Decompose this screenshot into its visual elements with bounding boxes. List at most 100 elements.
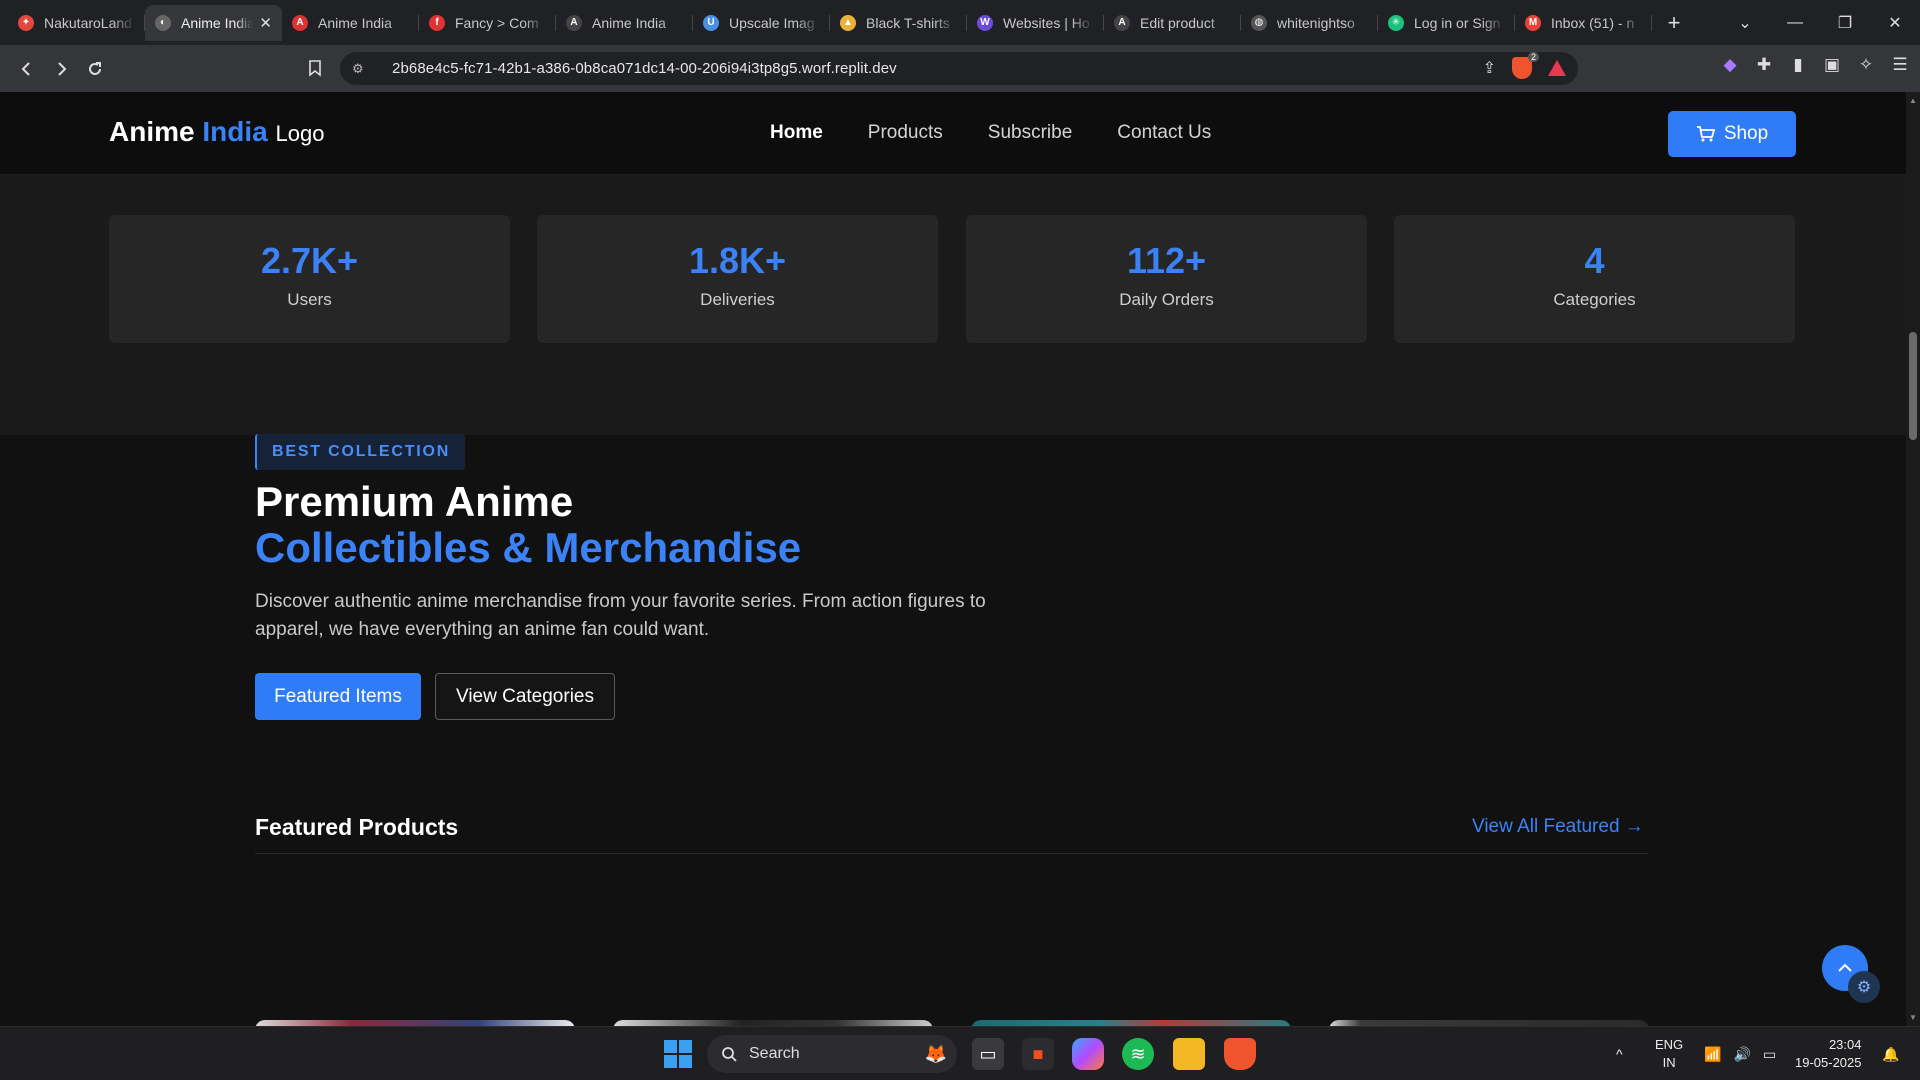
tab-title: Fancy > Com — [455, 14, 539, 31]
share-icon[interactable]: ⇪ — [1483, 58, 1496, 78]
stat-value: 4 — [1584, 240, 1605, 281]
scrollbar-thumb[interactable] — [1909, 332, 1917, 440]
stat-label: Users — [287, 290, 332, 309]
browser-tab[interactable]: W Websites | Ho — [967, 5, 1104, 41]
hero-description: Discover authentic anime merchandise fro… — [255, 591, 986, 640]
tab-favicon-icon: A — [566, 14, 582, 31]
tab-favicon-icon: A — [292, 14, 308, 31]
copilot-icon[interactable] — [1072, 1038, 1104, 1070]
tab-favicon-icon: ✳ — [1388, 14, 1404, 31]
tab-favicon-icon: ✦ — [18, 14, 34, 31]
extensions-icon[interactable]: ✚ — [1752, 53, 1776, 77]
view-categories-button[interactable]: View Categories — [435, 673, 615, 720]
browser-tab[interactable]: A Anime India — [282, 5, 419, 41]
stat-value: 2.7K+ — [260, 240, 359, 281]
bookmark-button[interactable] — [298, 51, 332, 85]
spotify-icon[interactable]: ≋ — [1122, 1038, 1154, 1070]
chevron-up-icon — [1838, 963, 1852, 972]
extension-icons: ◆ ✚ ▮ ▣ ✧ ☰ — [1718, 53, 1912, 77]
region-code: IN — [1662, 1055, 1676, 1070]
site-logo[interactable]: Anime India Logo — [109, 116, 324, 148]
wallet-icon[interactable]: ▣ — [1820, 53, 1844, 77]
clock[interactable]: 23:04 19-05-2025 — [1795, 1036, 1862, 1072]
gear-icon: ⚙ — [1856, 979, 1872, 996]
window-controls: ⌄ — ❐ ✕ — [1720, 0, 1920, 45]
reload-icon — [89, 61, 101, 75]
nav-products[interactable]: Products — [868, 122, 943, 144]
close-tab-icon[interactable]: ✕ — [259, 14, 272, 32]
browser-tab[interactable]: ✦ NakutaroLand — [8, 5, 145, 41]
reload-button[interactable] — [78, 52, 112, 86]
nav-contact-us[interactable]: Contact Us — [1117, 122, 1211, 144]
section-divider — [255, 853, 1648, 854]
stat-card-categories: 4 Categories — [1394, 215, 1795, 343]
task-view-icon[interactable]: ▭ — [972, 1038, 1004, 1070]
collection-badge: BEST COLLECTION — [255, 434, 466, 470]
browser-tab[interactable]: ✳ Log in or Sign — [1378, 5, 1515, 41]
tab-search-icon[interactable]: ⌄ — [1720, 13, 1770, 33]
windows-taskbar: Search 🦊 ▭ ■ ≋ ^ ENG IN 📶 🔊 ▭ 23:04 19-0… — [0, 1026, 1920, 1080]
tab-favicon-icon: W — [977, 14, 993, 31]
tab-title: Anime India — [318, 14, 392, 31]
back-arrow-icon — [21, 61, 30, 76]
browser-tab[interactable]: f Fancy > Com — [419, 5, 556, 41]
tab-favicon-icon: M — [1525, 14, 1541, 31]
new-tab-button[interactable]: + — [1658, 7, 1690, 39]
nav-home[interactable]: Home — [770, 122, 823, 144]
taskbar-search[interactable]: Search 🦊 — [707, 1035, 957, 1073]
leo-ai-icon[interactable]: ◆ — [1718, 53, 1742, 77]
browser-tab[interactable]: A Anime India — [556, 5, 693, 41]
tab-title: NakutaroLand — [44, 14, 132, 31]
search-highlight-icon: 🦊 — [924, 1043, 947, 1064]
browser-tab[interactable]: ▲ Black T-shirts — [830, 5, 967, 41]
ai-sparkle-icon[interactable]: ✧ — [1854, 53, 1878, 77]
tab-title: Websites | Ho — [1003, 14, 1090, 31]
language-indicator[interactable]: ENG IN — [1655, 1036, 1683, 1072]
browser-tab[interactable]: A Edit product — [1104, 5, 1241, 41]
settings-fab-button[interactable]: ⚙ — [1848, 971, 1880, 1003]
shop-label: Shop — [1723, 123, 1769, 144]
system-tray[interactable]: 📶 🔊 ▭ — [1704, 1027, 1776, 1080]
tab-title: Inbox (51) - n — [1551, 14, 1635, 31]
tab-title: Edit product — [1140, 14, 1215, 31]
featured-products-heading: Featured Products — [255, 814, 459, 840]
search-label: Search — [749, 1045, 800, 1062]
nav-subscribe[interactable]: Subscribe — [988, 122, 1073, 144]
start-button[interactable] — [664, 1040, 692, 1068]
brave-browser-icon[interactable] — [1224, 1038, 1256, 1070]
browser-tab[interactable]: ◐ Anime India ✕ — [145, 4, 282, 41]
page-scrollbar[interactable]: ▲ ▼ — [1906, 92, 1920, 1026]
tab-title: Upscale Imag — [729, 14, 815, 31]
scroll-up-arrow-icon[interactable]: ▲ — [1908, 96, 1918, 105]
hero-title-line-2: Collectibles & Merchandise — [255, 524, 802, 571]
tab-title: Log in or Sign — [1414, 14, 1501, 31]
sidebar-icon[interactable]: ▮ — [1786, 53, 1810, 77]
stat-label: Categories — [1553, 290, 1636, 309]
view-all-featured-link[interactable]: View All Featured → — [1472, 816, 1644, 838]
minimize-button[interactable]: — — [1770, 14, 1820, 32]
browser-tab[interactable]: M Inbox (51) - n — [1515, 5, 1652, 41]
browser-tab[interactable]: U Upscale Imag — [693, 5, 830, 41]
address-bar[interactable]: ⚙ 2b68e4c5-fc71-42b1-a386-0b8ca071dc14-0… — [340, 52, 1578, 85]
featured-items-button[interactable]: Featured Items — [255, 673, 421, 720]
show-hidden-icons-button[interactable]: ^ — [1616, 1027, 1623, 1080]
browser-tab[interactable]: ◍ whitenightso — [1241, 5, 1378, 41]
cart-icon — [1696, 126, 1716, 142]
brave-rewards-icon[interactable] — [1548, 60, 1566, 76]
shop-button[interactable]: Shop — [1668, 111, 1796, 157]
site-settings-icon[interactable]: ⚙ — [352, 61, 370, 77]
file-explorer-icon[interactable] — [1173, 1038, 1205, 1070]
back-button[interactable] — [10, 52, 44, 86]
menu-icon[interactable]: ☰ — [1888, 53, 1912, 77]
forward-button[interactable] — [44, 52, 78, 86]
forward-arrow-icon — [58, 61, 67, 76]
scroll-down-arrow-icon[interactable]: ▼ — [1908, 1013, 1918, 1022]
restore-button[interactable]: ❐ — [1820, 13, 1870, 33]
close-window-button[interactable]: ✕ — [1870, 13, 1920, 33]
volume-icon: 🔊 — [1733, 1045, 1751, 1062]
brave-shields-icon[interactable]: 2 — [1512, 52, 1539, 79]
microsoft-store-icon[interactable]: ■ — [1022, 1038, 1054, 1070]
tab-favicon-icon: f — [429, 14, 445, 31]
notification-bell-icon[interactable]: 🔔 — [1882, 1027, 1899, 1080]
main-nav: Home Products Subscribe Contact Us — [770, 122, 1211, 144]
